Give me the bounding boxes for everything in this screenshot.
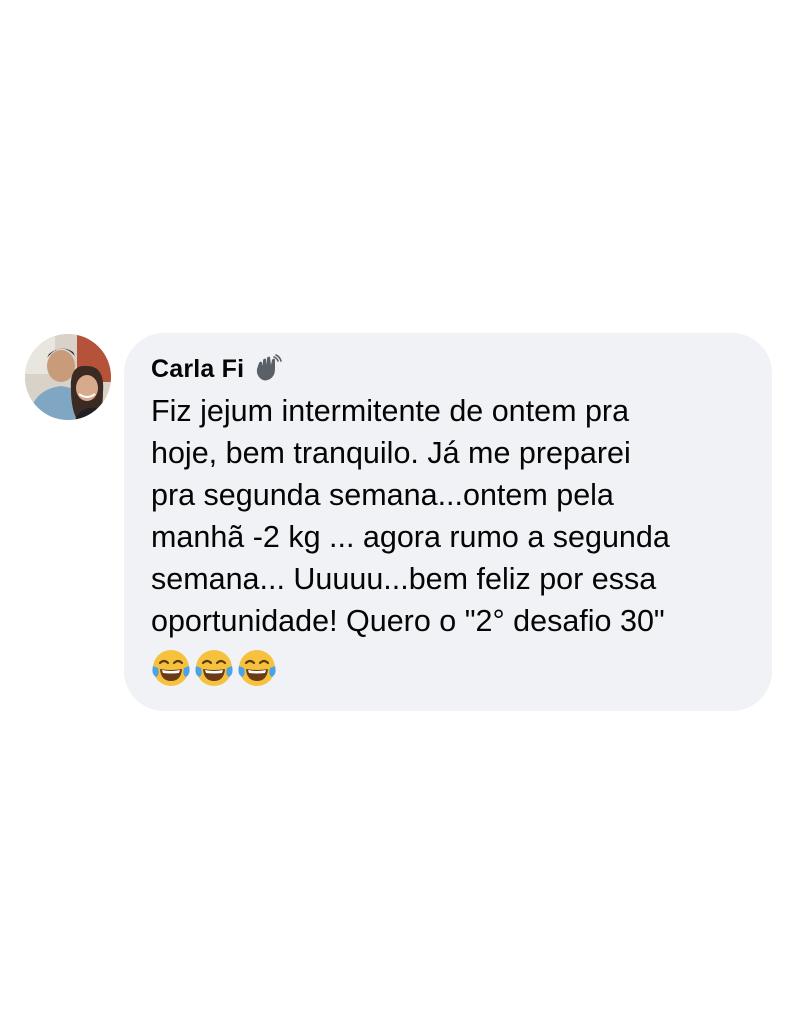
tears-of-joy-emoji-icon [151, 648, 191, 688]
author-avatar[interactable] [25, 334, 111, 420]
waving-hand-icon [252, 354, 283, 384]
comment-bubble: Carla Fi Fiz jejum intermitente de ontem… [124, 333, 772, 711]
avatar-photo [25, 334, 111, 420]
comment-text: Fiz jejum intermitente de ontem pra hoje… [151, 394, 670, 638]
tears-of-joy-emoji-icon [237, 648, 277, 688]
comment-header: Carla Fi [151, 351, 752, 387]
tears-of-joy-emoji-icon [194, 648, 234, 688]
emoji-row [151, 648, 752, 688]
comment-author-name[interactable]: Carla Fi [151, 355, 244, 384]
